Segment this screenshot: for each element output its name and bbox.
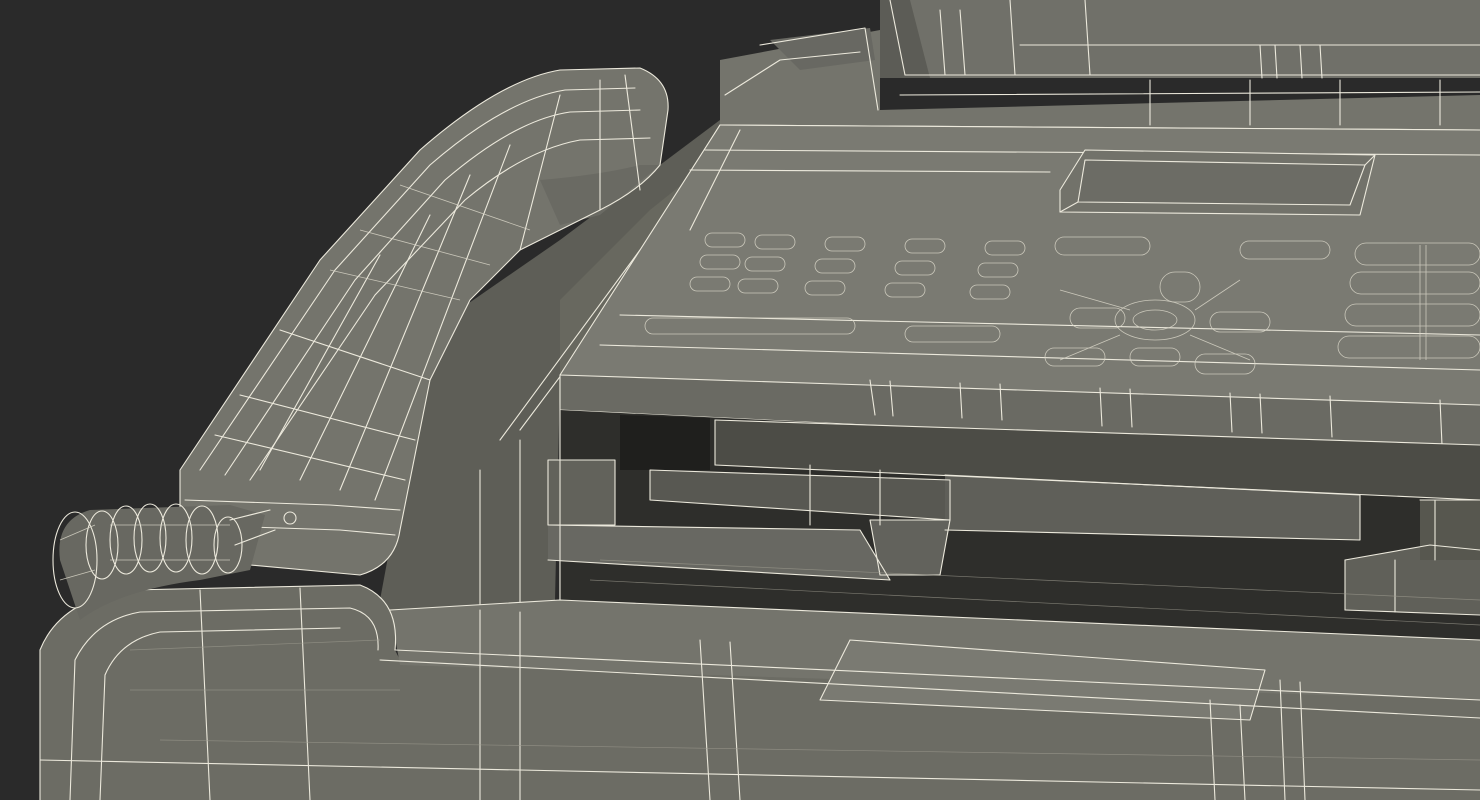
paper-feed-tray [880, 0, 1480, 79]
display-window [1059, 149, 1376, 216]
control-panel [559, 124, 1480, 456]
wireframe-render [0, 0, 1480, 800]
